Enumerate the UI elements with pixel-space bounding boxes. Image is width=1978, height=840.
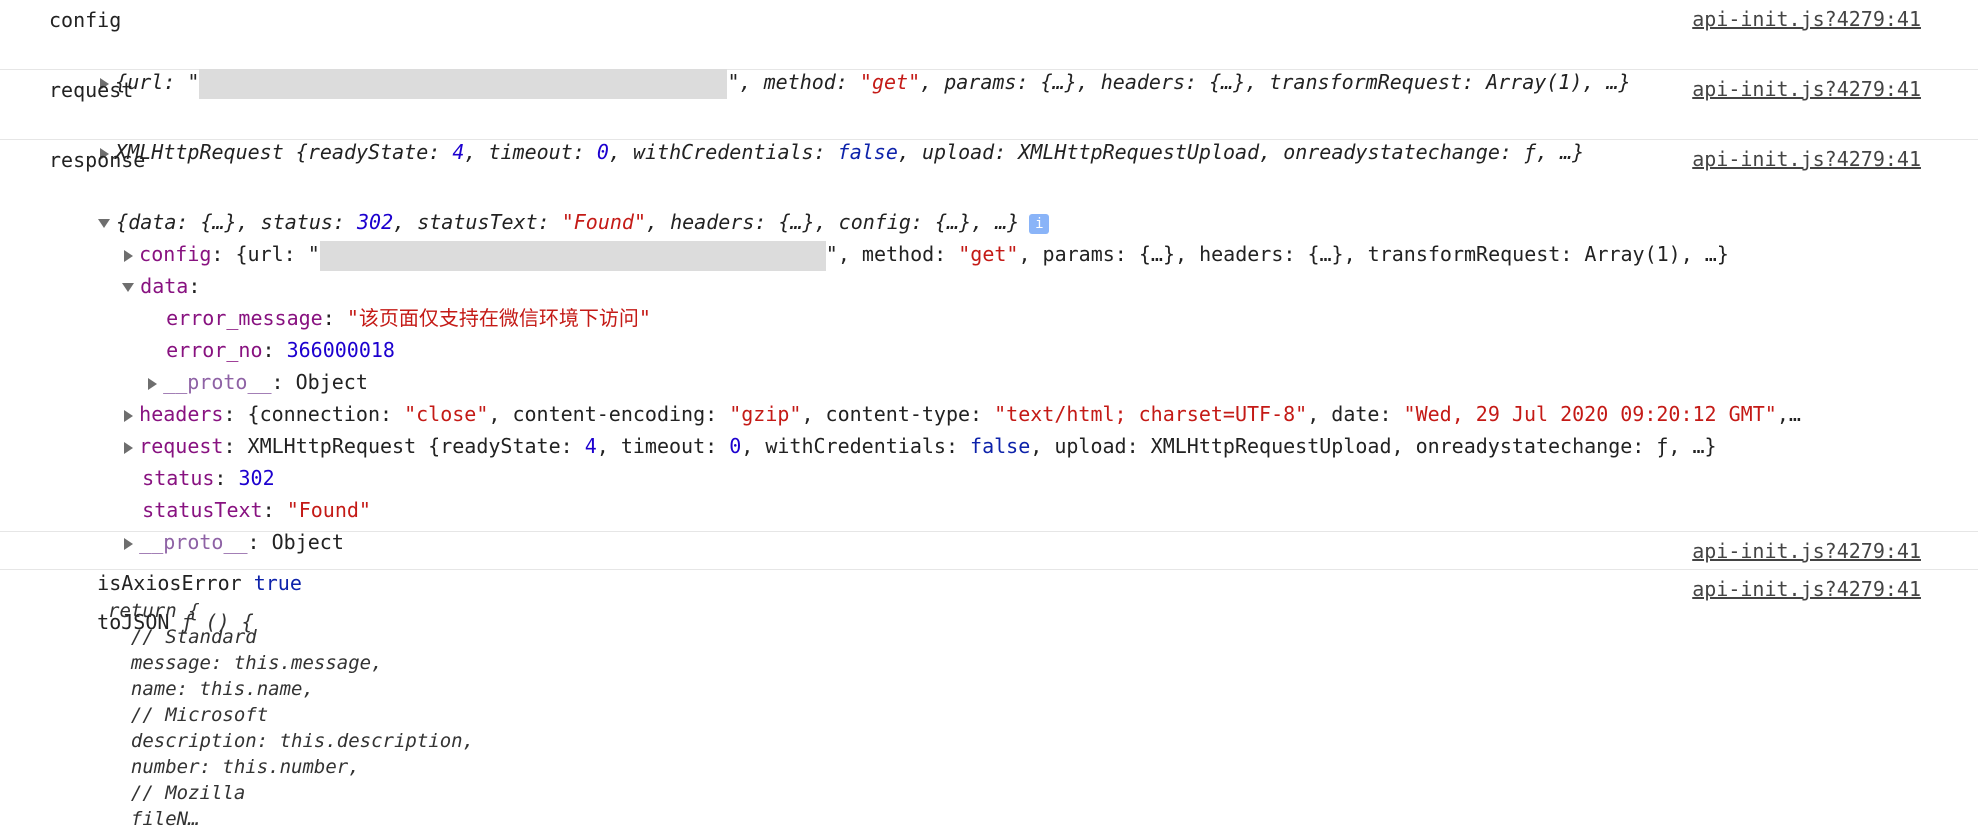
entry-label: config (49, 8, 122, 32)
entry-label: response (49, 148, 146, 172)
entry-label: request (49, 78, 134, 102)
data-error-no: error_no: 366000018 (166, 338, 395, 362)
console-entry-tojson: toJSON ƒ () { api-init.js?4279:41 return… (0, 570, 1978, 840)
response-proto[interactable]: __proto__: Object (76, 494, 344, 554)
code-line: // Mozilla (108, 782, 246, 804)
code-line: // Standard (108, 626, 257, 648)
source-link[interactable]: api-init.js?4279:41 (1692, 73, 1921, 105)
response-status: status: 302 (142, 466, 275, 490)
source-link[interactable]: api-init.js?4279:41 (1692, 143, 1921, 175)
code-line: fileN… (108, 808, 200, 830)
request-summary[interactable]: XMLHttpRequest {readyState: 4, timeout: … (52, 104, 1584, 164)
console-entry-config: config api-init.js?4279:41 {url: " ", met… (0, 0, 1978, 99)
response-data[interactable]: data: (74, 238, 200, 298)
code-line: number: this.number, (108, 756, 360, 778)
code-line: return { (108, 600, 200, 622)
source-link[interactable]: api-init.js?4279:41 (1692, 535, 1921, 567)
config-summary[interactable]: {url: " ", method: "get", params: {…}, he… (52, 34, 1631, 99)
source-link[interactable]: api-init.js?4279:41 (1692, 573, 1921, 605)
console-entry-response: response api-init.js?4279:41 {data: {…},… (0, 140, 1978, 554)
code-line: message: this.message, (108, 652, 383, 674)
data-proto[interactable]: __proto__: Object (100, 334, 368, 394)
response-statustext: statusText: "Found" (142, 498, 371, 522)
redacted-url (319, 240, 826, 271)
data-error-message: error_message: "该页面仅支持在微信环境下访问" (166, 306, 651, 330)
console-entry-isaxioserror: isAxiosError true api-init.js?4279:41 (0, 532, 1978, 595)
source-link[interactable]: api-init.js?4279:41 (1692, 3, 1921, 35)
code-line: // Microsoft (108, 704, 269, 726)
console-entry-request: request api-init.js?4279:41 XMLHttpReque… (0, 70, 1978, 164)
response-summary[interactable]: {data: {…}, status: 302, statusText: "Fo… (50, 174, 1050, 234)
response-request[interactable]: request: XMLHttpRequest {readyState: 4, … (76, 398, 1717, 458)
isaxioserror-line: isAxiosError true (97, 571, 302, 595)
code-line: description: this.description, (108, 730, 475, 752)
code-line: name: this.name, (108, 678, 314, 700)
response-headers[interactable]: headers: {connection: "close", content-e… (76, 366, 1801, 426)
response-config[interactable]: config: {url: " ", method: "get", params:… (76, 206, 1729, 271)
